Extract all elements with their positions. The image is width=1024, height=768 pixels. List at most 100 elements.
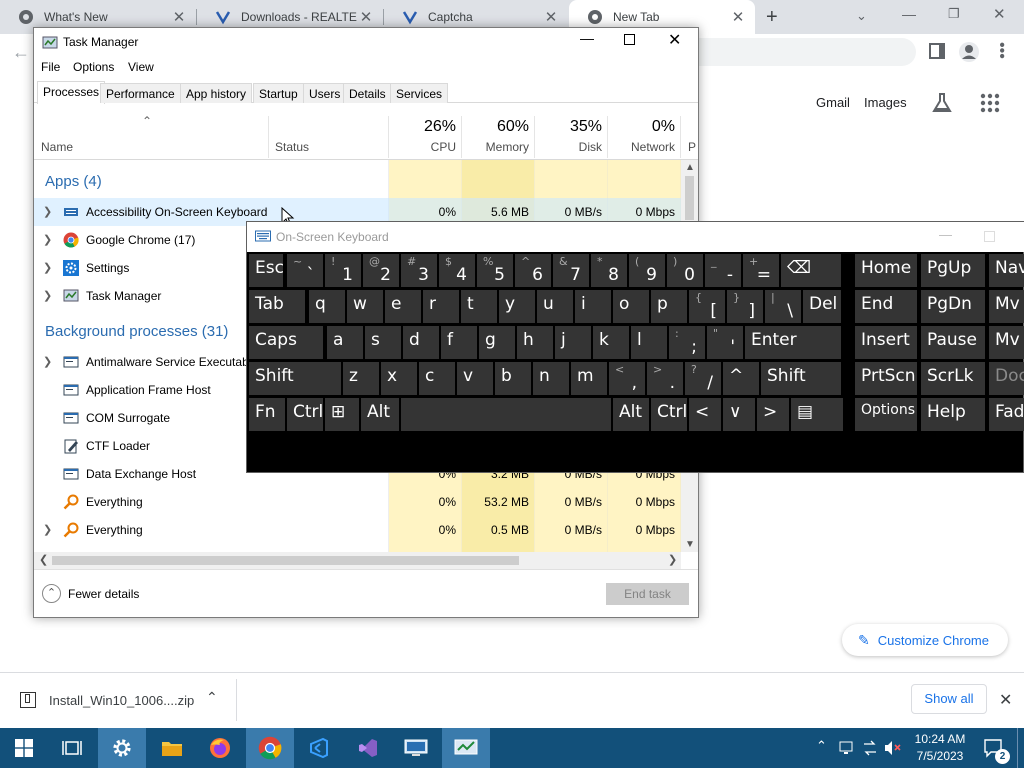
tab-search-chevron-icon[interactable]: ⌄ [856,8,867,24]
key-symbol[interactable]: ? / [685,362,721,395]
new-tab-plus-icon[interactable]: + [766,6,778,29]
key-b[interactable]: b [495,362,531,395]
key-2[interactable]: @2 [363,254,399,287]
key-8[interactable]: * 8 [591,254,627,287]
col-cpu[interactable]: CPU [389,140,456,154]
key-symbol[interactable]: + = [743,254,779,287]
end-task-button[interactable]: End task [606,583,689,605]
key-0[interactable]: ) 0 [667,254,703,287]
col-name[interactable]: Name [41,140,73,154]
minimize-icon[interactable]: — [902,6,916,22]
col-disk[interactable]: Disk [535,140,602,154]
scroll-thumb[interactable] [685,176,694,220]
key-pause[interactable]: Pause [921,326,985,359]
close-tab-icon[interactable]: ✕ [170,8,188,26]
key-y[interactable]: y [499,290,535,323]
key-symbol[interactable]: :; [669,326,705,359]
tab-startup[interactable]: Startup [253,83,304,103]
key-q[interactable]: q [309,290,345,323]
network-monitor-icon[interactable] [839,741,853,755]
menu-file[interactable]: File [41,60,60,74]
col-status[interactable]: Status [275,140,309,154]
images-link[interactable]: Images [864,95,907,110]
key-symbol[interactable]: | \ [765,290,801,323]
expand-chevron-icon[interactable]: ❯ [43,355,52,368]
key-scrlk[interactable]: ScrLk [921,362,985,395]
col-memory[interactable]: Memory [462,140,529,154]
apps-grid-icon[interactable] [980,93,1000,113]
key-f[interactable]: f [441,326,477,359]
key-shift[interactable]: Shift [249,362,341,395]
key-m[interactable]: m [571,362,607,395]
tab-users[interactable]: Users [303,83,347,103]
key-symbol[interactable]: >. [647,362,683,395]
tab-performance[interactable]: Performance [100,83,181,103]
close-tab-icon[interactable]: ✕ [357,8,375,26]
taskbar-remote-desktop[interactable] [392,728,440,768]
taskbar-task-manager[interactable] [442,728,490,768]
expand-chevron-icon[interactable]: ❯ [43,289,52,302]
close-tab-icon[interactable]: ✕ [542,8,560,26]
key-k[interactable]: k [593,326,629,359]
key-home[interactable]: Home [855,254,917,287]
back-arrow-icon[interactable]: ← [12,42,30,63]
key-s[interactable]: s [365,326,401,359]
chrome-menu-icon[interactable]: ••• [993,42,1010,59]
key-symbol[interactable]: " ' [707,326,743,359]
key-enter[interactable]: Enter [745,326,841,359]
customize-chrome-button[interactable]: ✎ Customize Chrome [842,624,1008,656]
key-symbol[interactable]: }] [727,290,763,323]
taskbar-firefox[interactable] [196,728,244,768]
key-c[interactable]: c [419,362,455,395]
expand-chevron-icon[interactable]: ❯ [43,205,52,218]
key-o[interactable]: o [613,290,649,323]
key-fade[interactable]: Fade [989,398,1024,431]
gmail-link[interactable]: Gmail [816,95,850,110]
key-t[interactable]: t [461,290,497,323]
volume-muted-icon[interactable] [884,740,902,756]
menu-options[interactable]: Options [73,60,114,74]
key-symbol[interactable]: {[ [689,290,725,323]
taskbar-vscode-alt[interactable] [295,728,343,768]
key-l[interactable]: l [631,326,667,359]
key-pgup[interactable]: PgUp [921,254,985,287]
key-7[interactable]: & 7 [553,254,589,287]
tab-app-history[interactable]: App history [180,83,253,103]
download-filename[interactable]: Install_Win10_1006....zip [49,693,194,708]
key-fn[interactable]: Fn [249,398,285,431]
restore-icon[interactable]: ❐ [948,6,960,22]
show-desktop-button[interactable] [1017,728,1024,768]
key-symbol[interactable]: > [757,398,789,431]
key-z[interactable]: z [343,362,379,395]
key-v[interactable]: v [457,362,493,395]
key-alt[interactable]: Alt [613,398,649,431]
key-p[interactable]: p [651,290,687,323]
col-network[interactable]: Network [608,140,675,154]
expand-chevron-icon[interactable]: ❯ [43,523,52,536]
key-e[interactable]: e [385,290,421,323]
show-all-button[interactable]: Show all [911,684,987,714]
clock-time[interactable]: 10:24 AM [904,732,976,746]
tab-processes[interactable]: Processes [37,81,106,104]
tab-details[interactable]: Details [343,83,392,103]
key-alt[interactable]: Alt [361,398,399,431]
key-3[interactable]: #3 [401,254,437,287]
close-icon[interactable]: ✕ [668,30,681,50]
key-del[interactable]: Del [803,290,841,323]
taskbar-file-explorer[interactable] [148,728,196,768]
fewer-details-link[interactable]: Fewer details [68,587,139,601]
key-insert[interactable]: Insert [855,326,917,359]
key-symbol[interactable]: < [689,398,721,431]
osk-maximize-icon[interactable] [984,231,995,242]
key-prtscn[interactable]: PrtScn [855,362,917,395]
minimize-icon[interactable]: — [580,30,594,46]
tab-services[interactable]: Services [390,83,449,103]
labs-flask-icon[interactable] [931,92,953,114]
close-window-icon[interactable]: ✕ [993,5,1006,23]
clock-date[interactable]: 7/5/2023 [904,749,976,763]
key-h[interactable]: h [517,326,553,359]
start-button[interactable] [0,728,48,768]
key-w[interactable]: w [347,290,383,323]
sync-icon[interactable] [862,740,878,756]
download-chevron-up-icon[interactable]: ⌃ [206,689,218,706]
